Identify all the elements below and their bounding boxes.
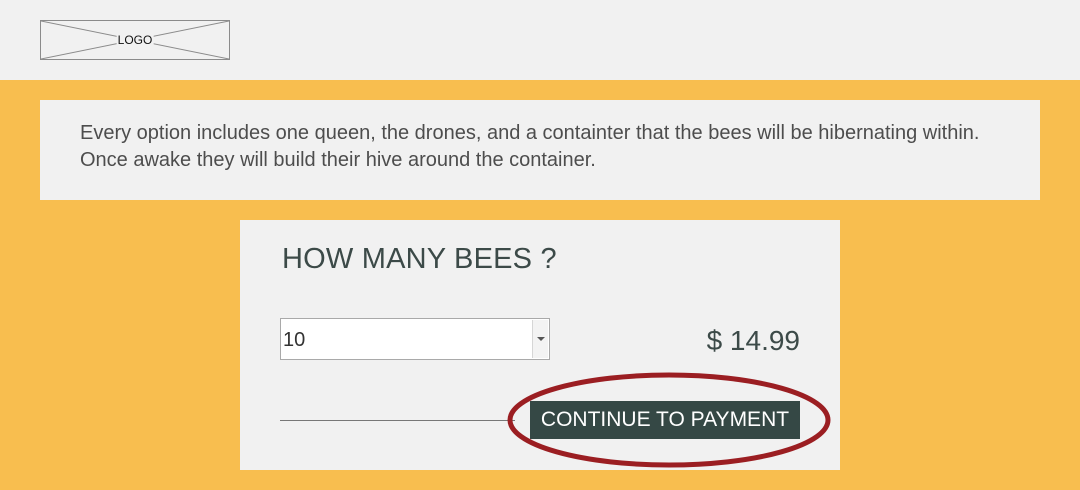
- bee-quantity-select[interactable]: 10: [280, 318, 550, 360]
- bee-quantity-panel: HOW MANY BEES ? 10 $ 14.99 CONTINUE TO P…: [240, 220, 840, 470]
- info-text: Every option includes one queen, the dro…: [80, 122, 980, 171]
- chevron-down-icon[interactable]: [532, 320, 548, 358]
- continue-to-payment-button[interactable]: CONTINUE TO PAYMENT: [530, 401, 800, 439]
- logo-label: LOGO: [116, 33, 154, 47]
- logo: LOGO: [40, 20, 230, 60]
- selected-quantity: 10: [283, 329, 306, 351]
- site-header: LOGO: [0, 0, 1080, 80]
- bee-quantity-heading: HOW MANY BEES ?: [282, 243, 557, 275]
- price: $ 14.99: [706, 325, 800, 356]
- info-panel: Every option includes one queen, the dro…: [40, 100, 1040, 200]
- divider: [280, 420, 515, 421]
